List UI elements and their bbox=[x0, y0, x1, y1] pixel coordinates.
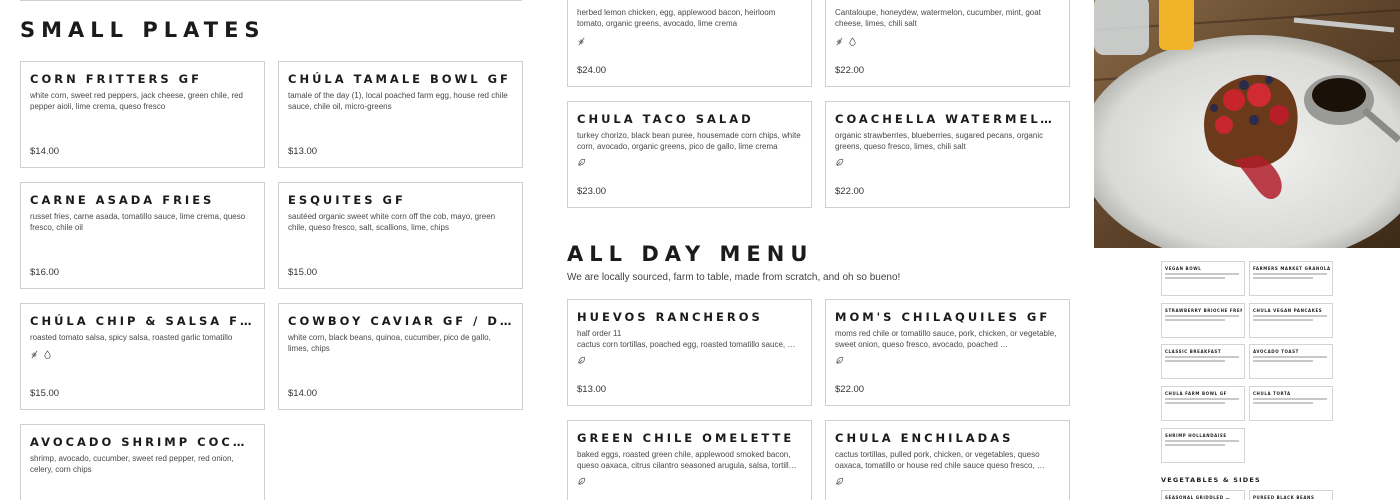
divider bbox=[20, 0, 522, 1]
menu-item-moms-chilaquiles[interactable]: MOM'S CHILAQUILES GF moms red chile or t… bbox=[825, 299, 1070, 406]
item-price: $22.00 bbox=[835, 384, 865, 395]
mini-menu-item[interactable]: SEASONAL GRIDDLED … bbox=[1161, 490, 1245, 500]
wheat-icon bbox=[578, 37, 585, 46]
drop-icon bbox=[44, 350, 51, 359]
mini-menu-item[interactable]: PUREED BLACK BEANS bbox=[1249, 490, 1333, 500]
mini-menu-item[interactable]: CHULA VEGAN PANCAKES bbox=[1249, 303, 1333, 338]
dietary-icons bbox=[577, 158, 586, 167]
dietary-icons bbox=[835, 477, 844, 486]
mini-menu-item[interactable]: STRAWBERRY BRIOCHE FRENCH… bbox=[1161, 303, 1245, 338]
item-price: $22.00 bbox=[835, 186, 865, 197]
menu-item-melon-salad-partial[interactable]: Cantaloupe, honeydew, watermelon, cucumb… bbox=[825, 0, 1070, 87]
item-description: tamale of the day (1), local poached far… bbox=[288, 91, 508, 111]
item-description: white corn, sweet red peppers, jack chee… bbox=[30, 91, 244, 111]
item-name: CORN FRITTERS GF bbox=[30, 72, 202, 86]
leaf-icon bbox=[578, 356, 586, 364]
item-price: $22.00 bbox=[835, 65, 865, 76]
menu-item-corn-fritters[interactable]: CORN FRITTERS GF white corn, sweet red p… bbox=[20, 61, 265, 168]
dietary-icons bbox=[577, 477, 586, 486]
wheat-icon bbox=[31, 350, 38, 359]
item-name: CHÚLA CHIP & SALSA FLIGHT bbox=[30, 314, 256, 328]
item-name: COACHELLA WATERMELON … bbox=[835, 112, 1061, 126]
section-title-all-day-menu: ALL DAY MENU bbox=[567, 242, 814, 266]
drop-icon bbox=[849, 37, 856, 46]
item-price: $24.00 bbox=[577, 65, 607, 76]
section-title-vegetables-sides: VEGETABLES & SIDES bbox=[1161, 476, 1261, 484]
menu-item-coachella-watermelon[interactable]: COACHELLA WATERMELON … organic strawberr… bbox=[825, 101, 1070, 208]
menu-item-cowboy-caviar[interactable]: COWBOY CAVIAR GF / DF / V white corn, bl… bbox=[278, 303, 523, 410]
item-description: cactus tortillas, pulled pork, chicken, … bbox=[835, 450, 1045, 470]
menu-item-avocado-shrimp-cocktail[interactable]: AVOCADO SHRIMP COCKTAIL shrimp, avocado,… bbox=[20, 424, 265, 500]
mini-menu-item[interactable]: CLASSIC BREAKFAST bbox=[1161, 344, 1245, 379]
leaf-icon bbox=[836, 477, 844, 485]
item-description: half order 11 cactus corn tortillas, poa… bbox=[577, 329, 796, 349]
leaf-icon bbox=[836, 356, 844, 364]
item-description: white corn, black beans, quinoa, cucumbe… bbox=[288, 333, 491, 353]
item-description: turkey chorizo, black bean puree, housem… bbox=[577, 131, 801, 151]
item-name: CARNE ASADA FRIES bbox=[30, 193, 215, 207]
leaf-icon bbox=[578, 477, 586, 485]
item-description: russet fries, carne asada, tomatillo sau… bbox=[30, 212, 246, 232]
menu-item-carne-asada-fries[interactable]: CARNE ASADA FRIES russet fries, carne as… bbox=[20, 182, 265, 289]
mini-menu-item[interactable]: CHULA TORTA bbox=[1249, 386, 1333, 421]
mini-menu-item[interactable]: CHULA FARM BOWL GF bbox=[1161, 386, 1245, 421]
item-price: $16.00 bbox=[30, 267, 60, 278]
item-description: organic strawberries, blueberries, sugar… bbox=[835, 131, 1044, 151]
item-name: GREEN CHILE OMELETTE bbox=[577, 431, 795, 445]
item-description: moms red chile or tomatillo sauce, pork,… bbox=[835, 329, 1057, 349]
item-price: $15.00 bbox=[30, 388, 60, 399]
item-description: shrimp, avocado, cucumber, sweet red pep… bbox=[30, 454, 234, 474]
menu-item-chula-tamale-bowl[interactable]: CHÚLA TAMALE BOWL GF tamale of the day (… bbox=[278, 61, 523, 168]
item-description: baked eggs, roasted green chile, applewo… bbox=[577, 450, 797, 470]
menu-item-chula-enchiladas[interactable]: CHULA ENCHILADAS cactus tortillas, pulle… bbox=[825, 420, 1070, 500]
dietary-icons bbox=[835, 356, 844, 365]
menu-item-huevos-rancheros[interactable]: HUEVOS RANCHEROS half order 11 cactus co… bbox=[567, 299, 812, 406]
item-description: sautéed organic sweet white corn off the… bbox=[288, 212, 496, 232]
item-price: $15.00 bbox=[288, 267, 318, 278]
mini-menu-item[interactable]: SHRIMP HOLLANDAISE bbox=[1161, 428, 1245, 463]
wheat-icon bbox=[836, 37, 843, 46]
dietary-icons bbox=[577, 37, 586, 46]
item-price: $14.00 bbox=[30, 146, 60, 157]
item-name: CHULA ENCHILADAS bbox=[835, 431, 1014, 445]
dietary-icons bbox=[30, 350, 52, 359]
section-title-small-plates: SMALL PLATES bbox=[20, 18, 266, 42]
item-description: roasted tomato salsa, spicy salsa, roast… bbox=[30, 333, 233, 342]
mini-menu-item[interactable]: AVOCADO TOAST bbox=[1249, 344, 1333, 379]
menu-item-chula-chip-salsa-flight[interactable]: CHÚLA CHIP & SALSA FLIGHT roasted tomato… bbox=[20, 303, 265, 410]
mini-menu-item[interactable]: VEGAN BOWL bbox=[1161, 261, 1245, 296]
leaf-icon bbox=[578, 158, 586, 166]
item-price: $13.00 bbox=[288, 146, 318, 157]
item-name: HUEVOS RANCHEROS bbox=[577, 310, 763, 324]
item-price: $13.00 bbox=[577, 384, 607, 395]
dietary-icons bbox=[835, 158, 844, 167]
item-description: Cantaloupe, honeydew, watermelon, cucumb… bbox=[835, 8, 1041, 28]
item-price: $23.00 bbox=[577, 186, 607, 197]
item-name: AVOCADO SHRIMP COCKTAIL bbox=[30, 435, 256, 449]
item-name: COWBOY CAVIAR GF / DF / V bbox=[288, 314, 514, 328]
dietary-icons bbox=[577, 356, 586, 365]
menu-item-green-chile-omelette[interactable]: GREEN CHILE OMELETTE baked eggs, roasted… bbox=[567, 420, 812, 500]
menu-item-salad-partial[interactable]: herbed lemon chicken, egg, applewood bac… bbox=[567, 0, 812, 87]
item-name: CHULA TACO SALAD bbox=[577, 112, 754, 126]
item-name: CHÚLA TAMALE BOWL GF bbox=[288, 72, 511, 86]
menu-tagline: We are locally sourced, farm to table, m… bbox=[567, 272, 901, 283]
item-name: MOM'S CHILAQUILES GF bbox=[835, 310, 1051, 324]
leaf-icon bbox=[836, 158, 844, 166]
french-toast-photo bbox=[1094, 0, 1400, 248]
item-name: ESQUITES GF bbox=[288, 193, 406, 207]
menu-item-esquites[interactable]: ESQUITES GF sautéed organic sweet white … bbox=[278, 182, 523, 289]
dietary-icons bbox=[835, 37, 857, 46]
menu-item-chula-taco-salad[interactable]: CHULA TACO SALAD turkey chorizo, black b… bbox=[567, 101, 812, 208]
mini-menu-item[interactable]: FARMERS MARKET GRANOLA … bbox=[1249, 261, 1333, 296]
item-description: herbed lemon chicken, egg, applewood bac… bbox=[577, 8, 776, 28]
item-price: $14.00 bbox=[288, 388, 318, 399]
